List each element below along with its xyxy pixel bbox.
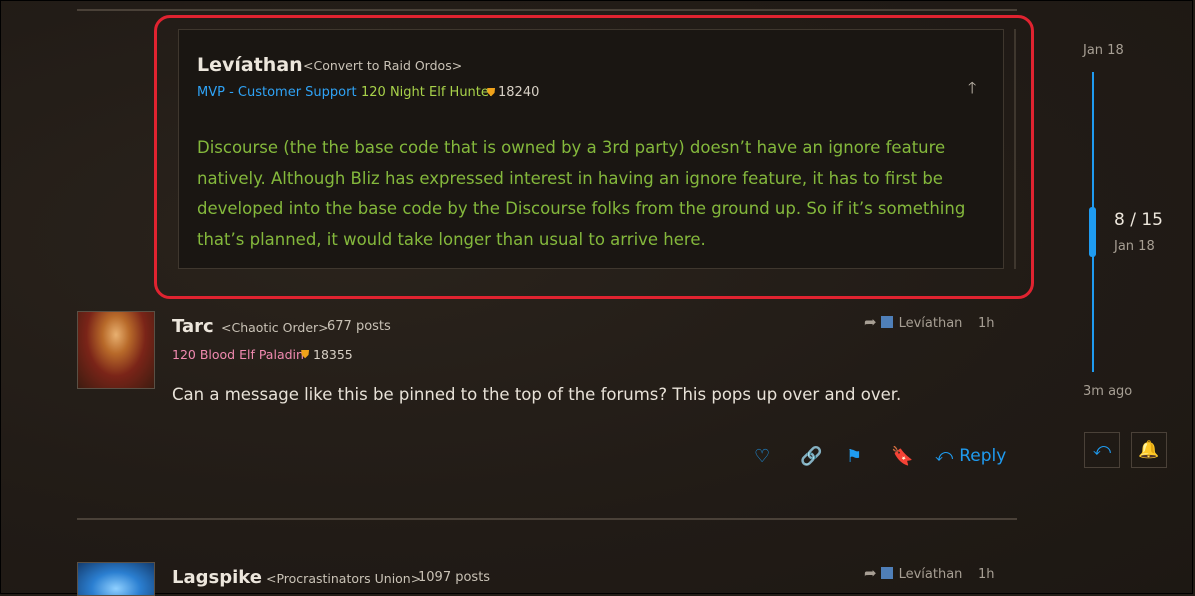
- arrow-up-icon[interactable]: 🡑: [968, 77, 976, 104]
- quote-author[interactable]: Levíathan: [197, 54, 303, 76]
- bell-icon: 🔔: [1138, 440, 1160, 460]
- reply-topic-button[interactable]: ⤺: [1084, 432, 1120, 468]
- timeline-start-date[interactable]: Jan 18: [1083, 43, 1124, 58]
- bookmark-icon[interactable]: 🔖: [891, 446, 913, 467]
- timeline-handle[interactable]: [1089, 207, 1096, 257]
- timeline-end-label[interactable]: 3m ago: [1083, 384, 1132, 399]
- post-count: 677 posts: [327, 319, 391, 334]
- post-achievements: 18355: [313, 347, 353, 362]
- reply-to-name: Levíathan: [898, 316, 963, 331]
- share-arrow-icon: ➦: [864, 564, 877, 582]
- top-divider: [77, 9, 1017, 11]
- link-icon[interactable]: 🔗: [800, 446, 822, 467]
- post-count: 1097 posts: [418, 570, 491, 585]
- avatar: [880, 316, 893, 328]
- quote-side-rule: [1014, 29, 1016, 269]
- timeline-position-date: Jan 18: [1114, 239, 1155, 254]
- share-arrow-icon: ➦: [864, 313, 877, 331]
- reply-icon: ⤺: [935, 446, 954, 466]
- post-body: Can a message like this be pinned to the…: [172, 385, 902, 404]
- reply-to-indicator[interactable]: ➦ Levíathan: [864, 313, 962, 331]
- reply-to-indicator[interactable]: ➦ Levíathan: [864, 564, 962, 582]
- quote-achievements: 18240: [498, 85, 540, 100]
- post-time[interactable]: 1h: [978, 316, 995, 331]
- reply-button[interactable]: ⤺ Reply: [935, 446, 1006, 466]
- post-divider: [77, 518, 1017, 520]
- avatar[interactable]: [77, 562, 155, 596]
- post-author[interactable]: Lagspike: [172, 567, 262, 588]
- flag-icon[interactable]: ⚑: [846, 446, 862, 467]
- post-guild: <Chaotic Order>: [221, 320, 329, 335]
- post-class: 120 Blood Elf Paladin: [172, 347, 304, 362]
- quote-guild: <Convert to Raid Ordos>: [303, 58, 463, 73]
- avatar: [880, 567, 893, 579]
- shield-icon: ⛊: [301, 348, 310, 361]
- avatar[interactable]: [77, 311, 155, 389]
- quote-role: MVP - Customer Support: [197, 85, 357, 100]
- post-guild: <Procrastinators Union>: [266, 571, 422, 586]
- reply-label: Reply: [959, 446, 1007, 466]
- notifications-button[interactable]: 🔔: [1131, 432, 1167, 468]
- reply-icon: ⤺: [1092, 440, 1112, 460]
- heart-icon[interactable]: ♡: [754, 446, 770, 467]
- post-author[interactable]: Tarc: [172, 316, 214, 337]
- shield-icon: ⛊: [487, 86, 496, 99]
- post-time[interactable]: 1h: [978, 567, 995, 582]
- timeline-position: 8 / 15: [1114, 210, 1163, 230]
- reply-to-name: Levíathan: [898, 567, 963, 582]
- quote-body: Discourse (the the base code that is own…: [197, 138, 966, 249]
- quote-class: 120 Night Elf Hunter: [361, 85, 495, 100]
